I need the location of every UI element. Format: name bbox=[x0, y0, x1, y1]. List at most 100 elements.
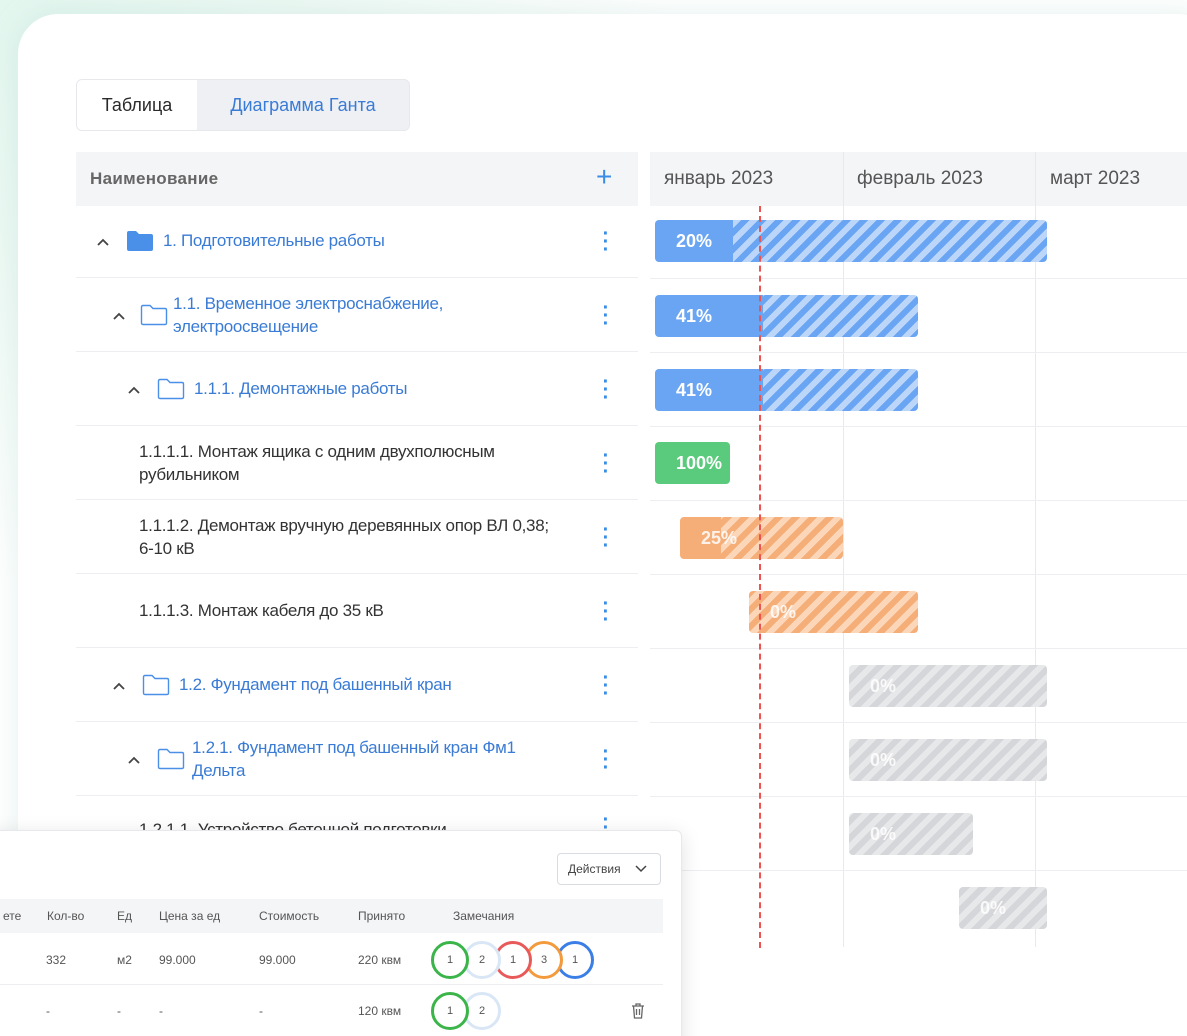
column-header: Замечания bbox=[453, 909, 515, 923]
plus-icon[interactable]: + bbox=[596, 162, 612, 192]
today-marker bbox=[759, 206, 761, 948]
more-options-icon[interactable]: ··· bbox=[602, 224, 610, 260]
remark-badge[interactable]: 1 bbox=[431, 992, 469, 1030]
gantt-row-divider bbox=[650, 574, 1187, 575]
unit-cell: м2 bbox=[117, 953, 132, 967]
gantt-bar[interactable]: 0% bbox=[959, 887, 1047, 929]
task-row[interactable]: 1.1.1.2. Демонтаж вручную деревянных опо… bbox=[76, 500, 638, 574]
row-label[interactable]: 1.1. Временное электроснабжение, электро… bbox=[173, 292, 483, 338]
more-options-icon[interactable]: ··· bbox=[602, 594, 610, 630]
chevron-up-icon[interactable] bbox=[127, 385, 141, 395]
tab-table[interactable]: Таблица bbox=[77, 80, 197, 130]
gantt-header: январь 2023 февраль 2023 март 2023 bbox=[650, 152, 1187, 206]
bar-remaining-fill bbox=[849, 813, 973, 855]
view-tabs: Таблица Диаграмма Ганта bbox=[76, 79, 410, 131]
row-label[interactable]: 1.2. Фундамент под башенный кран bbox=[179, 673, 452, 696]
gantt-bar[interactable]: 0% bbox=[749, 591, 918, 633]
qty-cell: 332 bbox=[46, 953, 67, 967]
group-row[interactable]: 1.1. Временное электроснабжение, электро… bbox=[76, 278, 638, 352]
gantt-bar[interactable]: 41% bbox=[655, 369, 918, 411]
chevron-up-icon[interactable] bbox=[127, 755, 141, 765]
more-options-icon[interactable]: ··· bbox=[602, 372, 610, 408]
actions-dropdown[interactable]: Действия bbox=[557, 853, 661, 885]
details-panel: Действия ете Кол-во Ед Цена за ед Стоимо… bbox=[0, 830, 682, 1036]
table-header: Наименование + bbox=[76, 152, 638, 206]
more-options-icon[interactable]: ··· bbox=[602, 668, 610, 704]
bar-percent-label: 100% bbox=[676, 453, 723, 473]
bar-percent-label: 0% bbox=[770, 602, 797, 622]
gantt-row-divider bbox=[650, 352, 1187, 353]
column-header: Стоимость bbox=[259, 909, 320, 923]
group-row[interactable]: 1.2.1. Фундамент под башенный кран Фм1 Д… bbox=[76, 722, 638, 796]
gantt-bar[interactable]: 25% bbox=[680, 517, 843, 559]
more-options-icon[interactable]: ··· bbox=[602, 520, 610, 556]
gantt-row-divider bbox=[650, 648, 1187, 649]
task-row[interactable]: 1.1.1.3. Монтаж кабеля до 35 кВ · · · bbox=[76, 574, 638, 648]
bar-remaining-fill bbox=[763, 369, 918, 411]
bar-percent-label: 25% bbox=[701, 528, 738, 548]
gantt-bar[interactable]: 0% bbox=[849, 813, 973, 855]
price-cell: - bbox=[159, 1004, 163, 1018]
column-header: Ед bbox=[117, 909, 133, 923]
gantt-row-divider bbox=[650, 870, 1187, 871]
row-label: 1.1.1.1. Монтаж ящика с одним двухполюсн… bbox=[139, 442, 495, 484]
more-options-icon[interactable]: ··· bbox=[602, 742, 610, 778]
folder-icon bbox=[157, 748, 185, 770]
bar-percent-label: 0% bbox=[980, 898, 1007, 918]
bar-remaining-fill bbox=[721, 517, 843, 559]
gantt-bar[interactable]: 20% bbox=[655, 220, 1047, 262]
bar-percent-label: 41% bbox=[676, 306, 713, 326]
column-name-header: Наименование bbox=[90, 169, 219, 188]
folder-icon bbox=[157, 378, 185, 400]
cost-cell: 99.000 bbox=[259, 953, 296, 967]
bar-remaining-fill bbox=[733, 220, 1047, 262]
remark-badge[interactable]: 1 bbox=[431, 941, 469, 979]
cost-cell: - bbox=[259, 1004, 263, 1018]
group-row[interactable]: 1.2. Фундамент под башенный кран · · · bbox=[76, 648, 638, 722]
unit-cell: - bbox=[117, 1004, 121, 1018]
table-row[interactable]: 332 м2 99.000 99.000 220 квм 12131 bbox=[0, 935, 663, 985]
folder-icon bbox=[140, 304, 168, 326]
bar-percent-label: 0% bbox=[870, 750, 897, 770]
column-header: Принято bbox=[358, 909, 406, 923]
gantt-bar[interactable]: 100% bbox=[655, 442, 730, 484]
accepted-cell: 220 квм bbox=[358, 953, 402, 967]
month-label: март 2023 bbox=[1050, 168, 1141, 189]
gantt-row-divider bbox=[650, 426, 1187, 427]
gantt-row-divider bbox=[650, 278, 1187, 279]
gantt-bar[interactable]: 41% bbox=[655, 295, 918, 337]
bar-percent-label: 41% bbox=[676, 380, 713, 400]
details-table-header: ете Кол-во Ед Цена за ед Стоимость Приня… bbox=[0, 899, 663, 933]
row-label: 1.1.1.3. Монтаж кабеля до 35 кВ bbox=[139, 601, 384, 620]
bar-percent-label: 0% bbox=[870, 676, 897, 696]
tab-gantt[interactable]: Диаграмма Ганта bbox=[197, 80, 409, 130]
chevron-up-icon[interactable] bbox=[112, 311, 126, 321]
gantt-bar[interactable]: 0% bbox=[849, 739, 1047, 781]
trash-icon[interactable] bbox=[630, 1002, 646, 1020]
group-row[interactable]: 1.1.1. Демонтажные работы · · · bbox=[76, 352, 638, 426]
bar-percent-label: 0% bbox=[870, 824, 897, 844]
folder-icon bbox=[142, 674, 170, 696]
column-header: Цена за ед bbox=[159, 909, 221, 923]
row-label[interactable]: 1.1.1. Демонтажные работы bbox=[194, 377, 408, 400]
table-row[interactable]: - - - - 120 квм 12 bbox=[0, 986, 663, 1036]
gantt-row-divider bbox=[650, 796, 1187, 797]
chevron-up-icon[interactable] bbox=[96, 237, 110, 247]
group-row[interactable]: 1. Подготовительные работы · · · bbox=[76, 204, 638, 278]
month-label: январь 2023 bbox=[664, 168, 774, 189]
more-options-icon[interactable]: ··· bbox=[602, 446, 610, 482]
month-divider bbox=[843, 152, 844, 947]
row-label[interactable]: 1.2.1. Фундамент под башенный кран Фм1 Д… bbox=[192, 736, 552, 782]
column-header: Кол-во bbox=[47, 909, 85, 923]
task-row[interactable]: 1.1.1.1. Монтаж ящика с одним двухполюсн… bbox=[76, 426, 638, 500]
bar-percent-label: 20% bbox=[676, 231, 713, 251]
gantt-row-divider bbox=[650, 722, 1187, 723]
month-label: февраль 2023 bbox=[857, 168, 983, 189]
column-header: ете bbox=[3, 909, 22, 923]
more-options-icon[interactable]: ··· bbox=[602, 298, 610, 334]
row-label[interactable]: 1. Подготовительные работы bbox=[163, 229, 385, 252]
month-divider bbox=[1035, 152, 1036, 947]
gantt-bar[interactable]: 0% bbox=[849, 665, 1047, 707]
chevron-up-icon[interactable] bbox=[112, 681, 126, 691]
gantt-row-divider bbox=[650, 500, 1187, 501]
